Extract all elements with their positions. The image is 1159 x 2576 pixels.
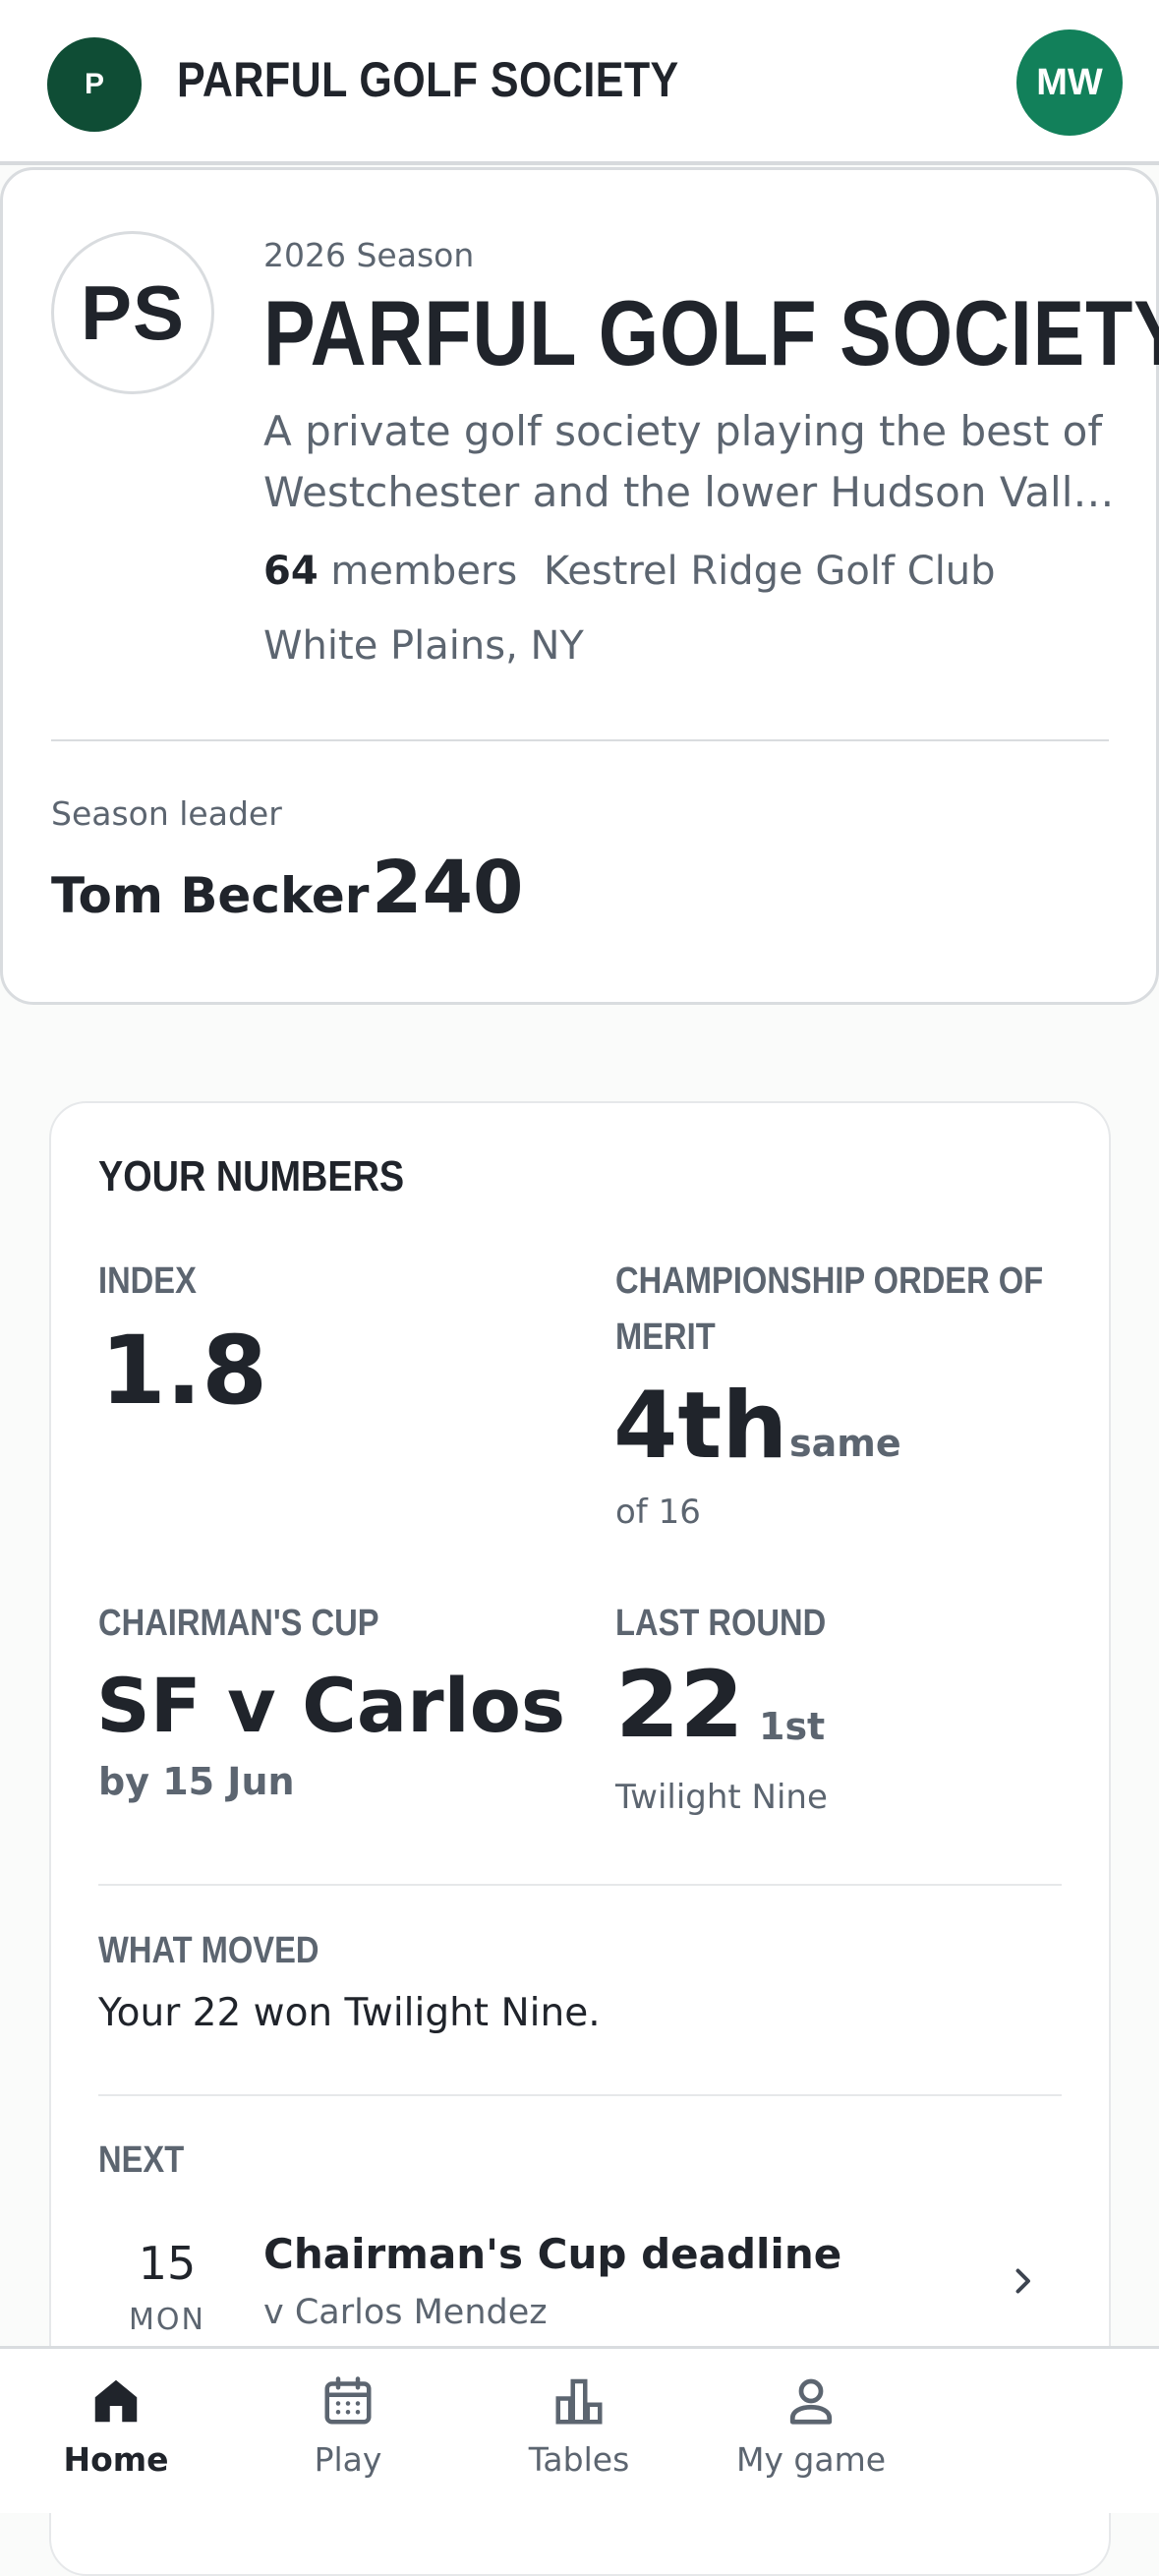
society-description: A private golf society playing the best …: [263, 401, 1119, 523]
calendar-icon: [324, 2376, 372, 2425]
society-monogram: PS: [51, 231, 214, 394]
what-moved-label: WHAT MOVED: [98, 1930, 319, 1971]
order-of-merit-trend: same: [789, 1422, 901, 1465]
members-count: 64 members: [263, 549, 517, 594]
description-line: Westchester and the lower Hudson Valle..…: [263, 468, 1119, 516]
next-event-subtitle: v Carlos Mendez: [263, 2293, 548, 2332]
order-of-merit-label: CHAMPIONSHIP ORDER OF: [615, 1260, 1044, 1302]
tab-label: Tables: [528, 2440, 630, 2479]
description-line: A private golf society playing the best …: [263, 407, 1103, 455]
chairmans-cup-match: SF v Carlos: [96, 1662, 566, 1749]
season-leader-name: Tom Becker: [51, 867, 370, 924]
section-title: YOUR NUMBERS: [98, 1152, 405, 1200]
tab-label: My game: [735, 2440, 887, 2479]
home-icon: [94, 2379, 138, 2423]
order-of-merit-field: of 16: [615, 1493, 701, 1532]
members-number: 64: [263, 549, 319, 594]
bar-chart-icon: [555, 2378, 603, 2425]
divider: [98, 1884, 1062, 1886]
next-label: NEXT: [98, 2139, 185, 2181]
season-leader-points: 240: [372, 846, 524, 930]
tab-home[interactable]: Home: [18, 2371, 214, 2479]
last-round-label: LAST ROUND: [615, 1603, 827, 1644]
society-location: White Plains, NY: [263, 623, 584, 669]
season-label: 2026 Season: [263, 236, 475, 274]
society-name: PARFUL GOLF SOCIETY: [263, 281, 1159, 384]
tab-label: Play: [314, 2440, 382, 2479]
divider: [51, 739, 1109, 741]
divider: [98, 2094, 1062, 2096]
order-of-merit-label: MERIT: [615, 1317, 716, 1358]
last-round-event: Twilight Nine: [615, 1778, 828, 1817]
members-label: members: [330, 549, 518, 594]
order-of-merit-position: 4th: [613, 1373, 788, 1480]
next-event-day: 15: [138, 2237, 197, 2290]
next-event-title: Chairman's Cup deadline: [263, 2230, 842, 2278]
last-round-score: 22: [615, 1652, 744, 1759]
chairmans-cup-deadline: by 15 Jun: [98, 1760, 295, 1803]
tab-my-game[interactable]: My game: [713, 2371, 909, 2479]
tab-play[interactable]: Play: [250, 2371, 446, 2479]
club-logo[interactable]: P: [47, 37, 142, 132]
tab-label: Home: [63, 2440, 169, 2479]
chairmans-cup-label: CHAIRMAN'S CUP: [98, 1603, 379, 1644]
what-moved-text: Your 22 won Twilight Nine.: [98, 1991, 601, 2035]
person-icon: [789, 2378, 833, 2425]
index-label: INDEX: [98, 1260, 197, 1302]
next-event-weekday: MON: [129, 2303, 205, 2337]
last-round-place: 1st: [759, 1705, 826, 1748]
index-value: 1.8: [100, 1316, 268, 1426]
user-avatar-button[interactable]: MW: [1016, 29, 1123, 136]
app-title: PARFUL GOLF SOCIETY: [177, 52, 679, 107]
home-club: Kestrel Ridge Golf Club: [544, 549, 996, 594]
tab-tables[interactable]: Tables: [481, 2371, 677, 2479]
chevron-right-icon[interactable]: [1005, 2263, 1040, 2299]
season-leader-label: Season leader: [51, 794, 282, 833]
